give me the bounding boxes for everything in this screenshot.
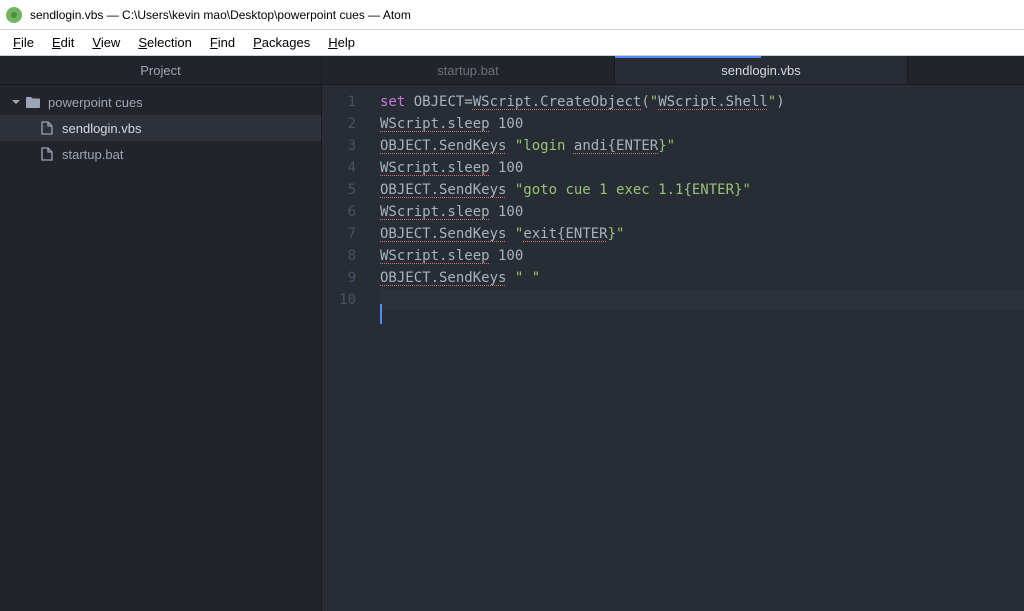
code-line[interactable]: OBJECT.SendKeys " " bbox=[380, 267, 1024, 289]
menu-help[interactable]: Help bbox=[319, 32, 364, 53]
folder-icon bbox=[24, 96, 42, 108]
tree-file-sendlogin-vbs[interactable]: sendlogin.vbs bbox=[0, 115, 321, 141]
code-line[interactable]: WScript.sleep 100 bbox=[380, 201, 1024, 223]
line-number: 3 bbox=[322, 135, 356, 157]
window-titlebar: sendlogin.vbs — C:\Users\kevin mao\Deskt… bbox=[0, 0, 1024, 30]
menu-file[interactable]: File bbox=[4, 32, 43, 53]
code-line[interactable]: set OBJECT=WScript.CreateObject("WScript… bbox=[380, 91, 1024, 113]
workspace: Project powerpoint cues sendlogin.vbssta… bbox=[0, 56, 1024, 611]
tree-file-label: startup.bat bbox=[62, 147, 123, 162]
menu-selection[interactable]: Selection bbox=[129, 32, 200, 53]
code-body[interactable]: set OBJECT=WScript.CreateObject("WScript… bbox=[370, 85, 1024, 611]
menu-view[interactable]: View bbox=[83, 32, 129, 53]
tree-root-label: powerpoint cues bbox=[48, 95, 143, 110]
tab-startup-bat[interactable]: startup.bat bbox=[322, 56, 615, 84]
file-icon bbox=[38, 121, 56, 135]
menu-packages[interactable]: Packages bbox=[244, 32, 319, 53]
line-number: 5 bbox=[322, 179, 356, 201]
chevron-down-icon bbox=[10, 98, 22, 106]
editor-area: startup.batsendlogin.vbs 12345678910 set… bbox=[322, 56, 1024, 611]
tree-file-startup-bat[interactable]: startup.bat bbox=[0, 141, 321, 167]
tab-sendlogin-vbs[interactable]: sendlogin.vbs bbox=[615, 56, 908, 84]
project-panel-header: Project bbox=[0, 56, 321, 85]
gutter: 12345678910 bbox=[322, 85, 370, 611]
line-number: 9 bbox=[322, 267, 356, 289]
code-line[interactable] bbox=[380, 289, 1024, 311]
tab-bar-spacer bbox=[908, 56, 1024, 84]
menu-find[interactable]: Find bbox=[201, 32, 244, 53]
menu-bar: FileEditViewSelectionFindPackagesHelp bbox=[0, 30, 1024, 56]
line-number: 4 bbox=[322, 157, 356, 179]
tree-file-label: sendlogin.vbs bbox=[62, 121, 142, 136]
line-number: 7 bbox=[322, 223, 356, 245]
line-number: 10 bbox=[322, 289, 356, 311]
atom-app-icon bbox=[6, 7, 22, 23]
project-panel: Project powerpoint cues sendlogin.vbs sta… bbox=[0, 56, 322, 611]
line-number: 8 bbox=[322, 245, 356, 267]
code-line[interactable]: WScript.sleep 100 bbox=[380, 113, 1024, 135]
line-number: 6 bbox=[322, 201, 356, 223]
code-line[interactable]: WScript.sleep 100 bbox=[380, 245, 1024, 267]
text-editor[interactable]: 12345678910 set OBJECT=WScript.CreateObj… bbox=[322, 85, 1024, 611]
code-line[interactable]: OBJECT.SendKeys "goto cue 1 exec 1.1{ENT… bbox=[380, 179, 1024, 201]
code-line[interactable]: WScript.sleep 100 bbox=[380, 157, 1024, 179]
code-line[interactable]: OBJECT.SendKeys "login andi{ENTER}" bbox=[380, 135, 1024, 157]
line-number: 1 bbox=[322, 91, 356, 113]
menu-edit[interactable]: Edit bbox=[43, 32, 83, 53]
tree-root-folder[interactable]: powerpoint cues bbox=[0, 89, 321, 115]
tab-bar: startup.batsendlogin.vbs bbox=[322, 56, 1024, 85]
file-icon bbox=[38, 147, 56, 161]
window-title: sendlogin.vbs — C:\Users\kevin mao\Deskt… bbox=[30, 8, 411, 22]
code-line[interactable]: OBJECT.SendKeys "exit{ENTER}" bbox=[380, 223, 1024, 245]
project-tree[interactable]: powerpoint cues sendlogin.vbs startup.bat bbox=[0, 85, 321, 171]
line-number: 2 bbox=[322, 113, 356, 135]
